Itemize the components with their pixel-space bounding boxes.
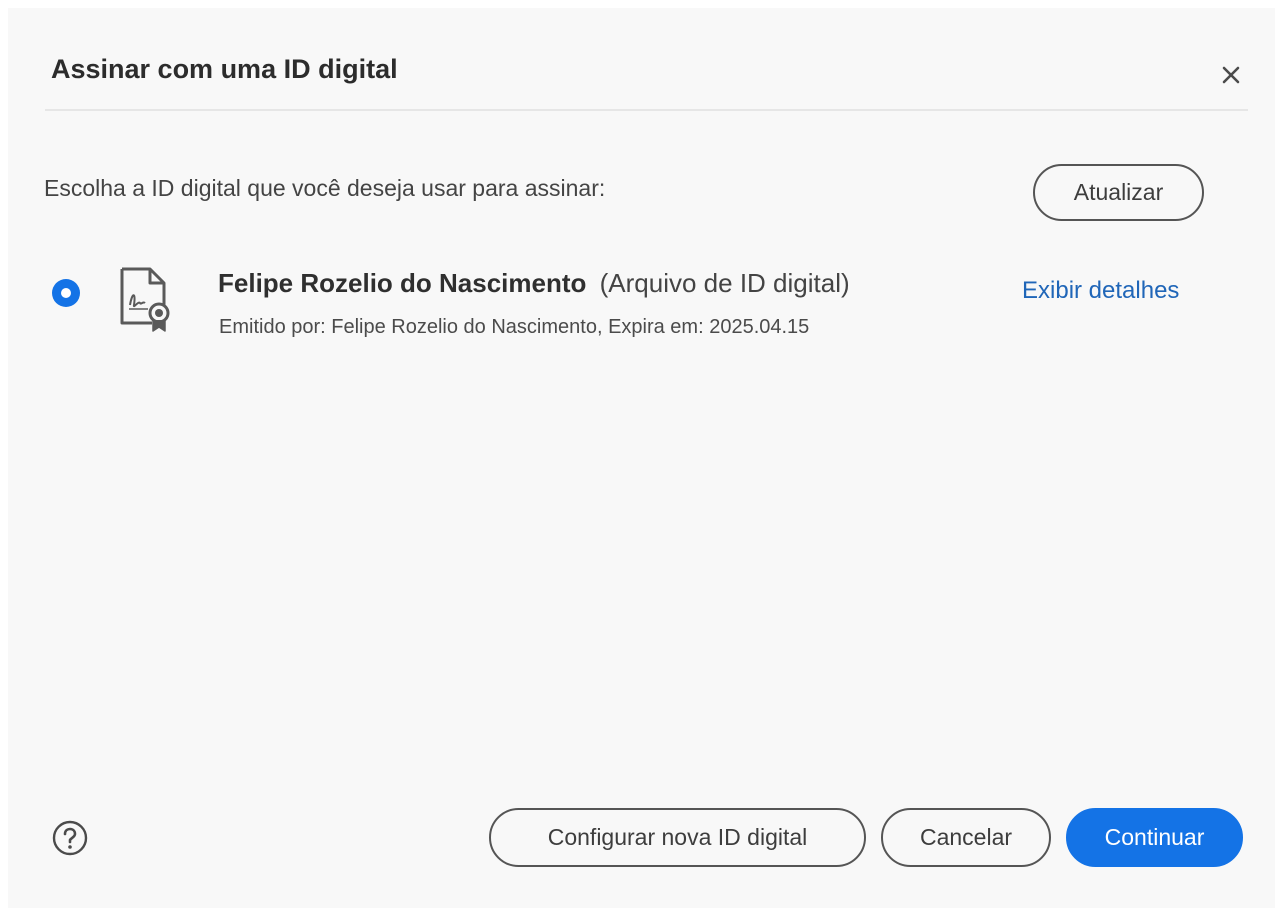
digital-id-title: Felipe Rozelio do Nascimento (Arquivo de… xyxy=(218,268,850,298)
title-divider xyxy=(45,109,1248,111)
sign-with-digital-id-dialog: Assinar com uma ID digital Escolha a ID … xyxy=(8,8,1275,908)
dialog-title: Assinar com uma ID digital xyxy=(51,54,398,84)
digital-id-list-item[interactable]: Felipe Rozelio do Nascimento (Arquivo de… xyxy=(8,258,1275,348)
refresh-button[interactable]: Atualizar xyxy=(1033,164,1204,221)
digital-id-issuer-expiry: Emitido por: Felipe Rozelio do Nasciment… xyxy=(219,316,810,338)
digital-id-radio[interactable] xyxy=(52,279,80,307)
close-icon xyxy=(1222,66,1240,84)
cancel-button[interactable]: Cancelar xyxy=(881,808,1051,867)
help-icon xyxy=(52,820,88,856)
certificate-file-icon xyxy=(120,267,170,332)
help-button[interactable] xyxy=(51,819,89,857)
digital-id-type: (Arquivo de ID digital) xyxy=(599,268,850,298)
configure-new-id-button[interactable]: Configurar nova ID digital xyxy=(489,808,866,867)
radio-selected-dot xyxy=(61,288,71,298)
continue-button[interactable]: Continuar xyxy=(1066,808,1243,867)
digital-id-name: Felipe Rozelio do Nascimento xyxy=(218,268,587,298)
choose-id-prompt: Escolha a ID digital que você deseja usa… xyxy=(44,175,606,201)
view-details-link[interactable]: Exibir detalhes xyxy=(1022,276,1179,306)
close-button[interactable] xyxy=(1214,58,1248,92)
